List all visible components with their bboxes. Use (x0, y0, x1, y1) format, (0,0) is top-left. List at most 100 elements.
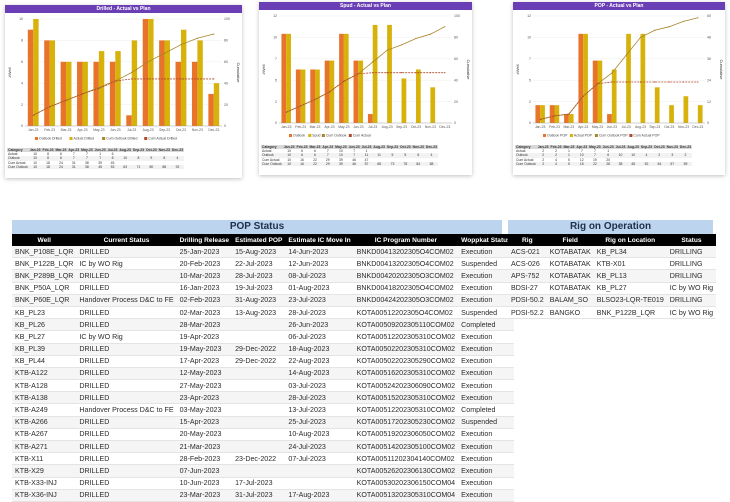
table-row[interactable]: KTB-A271 DRILLED 21-Mar-2023 24-Jul-2023 KOT… (12, 440, 514, 454)
table-cell: BLSO23-LQR-TE019 (593, 294, 667, 307)
legend-swatch (289, 134, 292, 137)
table-row[interactable]: KTB-A249 Handover Process D&C to FE 03-May… (12, 403, 514, 417)
bar (109, 61, 116, 126)
table-cell: Execution (458, 246, 514, 259)
table-row[interactable]: BDSI-27 KOTABATAK KB_PL27 IC by WO Rig (508, 282, 717, 295)
bar (148, 19, 154, 126)
table-cell: KOTA00515202305310COM02 (353, 391, 459, 405)
table-cell: 4 (549, 161, 563, 167)
table-cell: 38 (614, 161, 627, 167)
table-row[interactable]: KTB-A128 DRILLED 27-May-2023 03-Jul-2023 KOT… (12, 379, 514, 393)
legend-entry: Actual Drilled (74, 137, 95, 141)
table-cell: 52 (639, 161, 654, 167)
table-row[interactable]: KB_PL44 DRILLED 17-Apr-2023 29-Dec-2022 22-A… (12, 355, 514, 368)
line-point (596, 83, 599, 85)
table-row[interactable]: PDSI-52.2 BANGKO BNK_P122B_LQR IC by WO Rig (508, 306, 717, 320)
line-point (682, 20, 685, 22)
table-cell: 24-Jul-2023 (285, 440, 354, 454)
table-row[interactable]: BNK_P122B_LQR IC by WO Rig 20-Feb-2023 22-J… (12, 257, 514, 271)
table-row[interactable]: KTB-A266 DRILLED 15-Apr-2023 25-Jul-2023 KOT… (12, 416, 514, 429)
table-cell: DRILLED (76, 428, 177, 442)
table-cell: DRILLED (76, 269, 177, 283)
column-header[interactable]: IC Program Number (353, 234, 459, 246)
table-cell: 14-Jun-2023 (285, 246, 354, 259)
chart-card-spud: Spud - Actual vs Plan 0 0 2 20 5 40 7 60 10 80 12 1… (259, 2, 472, 175)
table-row[interactable]: KTB-A138 DRILLED 23-Apr-2023 28-Jul-2023 KOT… (12, 391, 514, 405)
table-row[interactable]: BNK_P108E_LQR DRILLED 25-Jan-2023 15-Aug-20… (12, 246, 514, 259)
line-point (654, 81, 656, 83)
table-row[interactable]: KTB-X36-INJ DRILLED 23-Mar-2023 31-Jul-2023… (12, 489, 514, 502)
line-point (429, 33, 431, 35)
table-header-cell: Nov-23 (665, 145, 679, 150)
bar (33, 19, 39, 126)
table-cell: KOTA00512202305O4COM02 (353, 306, 459, 320)
x-tick-label: Mar-23 (310, 125, 321, 129)
column-header[interactable]: Rig (508, 234, 547, 246)
table-header-cell: Aug-23 (118, 148, 132, 153)
column-header[interactable]: Current Status (76, 234, 177, 246)
bar (324, 60, 330, 123)
table-row[interactable]: APS-752 KOTABATAK KB_PL13 DRILLING (508, 269, 717, 283)
column-header[interactable]: Rig on Location (593, 234, 667, 246)
table-cell: DRILLED (76, 416, 177, 429)
line-point (131, 78, 133, 80)
y2-tick-label: 12 (707, 100, 711, 104)
line-point (314, 98, 316, 101)
table-cell: Execution (458, 464, 514, 478)
table-row[interactable]: KTB-X33-INJ DRILLED 10-Jun-2023 17-Jul-2023… (12, 477, 514, 490)
column-header[interactable]: Well (12, 234, 77, 246)
table-row[interactable]: KTB-X29 DRILLED 07-Jun-2023 KOTA00526202306… (12, 464, 514, 478)
column-header[interactable]: Drilling Release (176, 234, 233, 246)
table-row[interactable]: BNK_P289B_LQR DRILLED 10-Mar-2023 28-Jul-20… (12, 269, 514, 283)
y2-tick-label: 0 (224, 124, 226, 128)
line-point (682, 81, 685, 83)
table-row[interactable]: PDSI-50.2 BALAM_SO BLSO23-LQR-TE019 DRILLIN… (508, 294, 717, 307)
column-header[interactable]: Estimated POP (232, 234, 286, 246)
column-header[interactable]: Status (666, 234, 717, 246)
table-row[interactable]: KTB-A267 DRILLED 20-May-2023 10-Aug-2023 KOT… (12, 428, 514, 442)
table-row[interactable]: KTB-A122 DRILLED 12-May-2023 14-Aug-2023 KOT… (12, 367, 514, 381)
bar (669, 105, 674, 123)
table-cell: PDSI-52.2 (508, 306, 547, 320)
table-cell: BNKD00418202305O4COM02 (353, 282, 459, 295)
line-point (114, 80, 116, 82)
chart-drilled: 0 0 2 20 4 40 6 60 8 80 10 100 #Well Cumulative Jan-23… (7, 17, 241, 141)
table-row[interactable]: KB_PL26 DRILLED 28-Mar-2023 26-Jun-2023 KOTA… (12, 318, 514, 332)
table-cell: KOTA00516202305310COM02 (353, 367, 459, 381)
x-tick-label: Aug-23 (382, 125, 393, 129)
column-header[interactable]: Field (546, 234, 594, 246)
cumulative-line (286, 72, 445, 113)
table-row[interactable]: KTB-X11 DRILLED 28-Feb-2023 23-Dec-2022 07-J… (12, 452, 514, 466)
table-row[interactable]: ACS-026 KOTABATAK KTB-X01 DRILLING (508, 257, 717, 271)
bar (430, 87, 436, 123)
table-row[interactable]: KB_PL23 DRILLED 02-Mar-2023 13-Aug-2023 28-J… (12, 306, 514, 320)
column-header[interactable]: Woppkat Status (458, 234, 514, 246)
line-point (697, 17, 699, 19)
legend-entry: Cum Actual Drilled (148, 137, 177, 141)
table-cell: KOTABATAK (546, 246, 594, 259)
table-header-cell: Dec-23 (678, 145, 693, 150)
table-cell: Handover Process D&C to FE (76, 403, 177, 417)
bar (358, 60, 364, 123)
table-cell: KOTA00512202305310COM02 (353, 330, 459, 344)
column-header[interactable]: Estimate IC Move In (285, 234, 354, 246)
line-point (343, 80, 345, 82)
table-cell: 28-Jul-2023 (285, 391, 354, 405)
table-row[interactable]: KB_PL27 IC by WO Rig 19-Apr-2023 06-Jul-202… (12, 330, 514, 344)
bar (175, 61, 181, 126)
table-cell: 23-Dec-2022 (232, 452, 286, 466)
bar (281, 33, 287, 123)
table-row[interactable]: KB_PL39 DRILLED 19-May-2023 29-Dec-2022 18-A… (12, 343, 514, 356)
table-header-cell: Oct-23 (145, 148, 158, 153)
bar (300, 69, 306, 123)
bar (387, 24, 392, 123)
table-cell: 10-Mar-2023 (176, 269, 233, 283)
y-tick-label: 7 (275, 57, 277, 61)
table-row[interactable]: BNK_P50A_LQR DRILLED 16-Jan-2023 19-Jul-202… (12, 282, 514, 295)
table-cell (232, 318, 286, 332)
table-cell: 5 (562, 161, 576, 167)
line-point (163, 52, 166, 54)
table-row[interactable]: ACS-021 KOTABATAK KB_PL34 DRILLING (508, 246, 717, 259)
line-point (415, 37, 417, 40)
table-row[interactable]: BNK_P60E_LQR Handover Process D&C to FE 02… (12, 294, 514, 307)
